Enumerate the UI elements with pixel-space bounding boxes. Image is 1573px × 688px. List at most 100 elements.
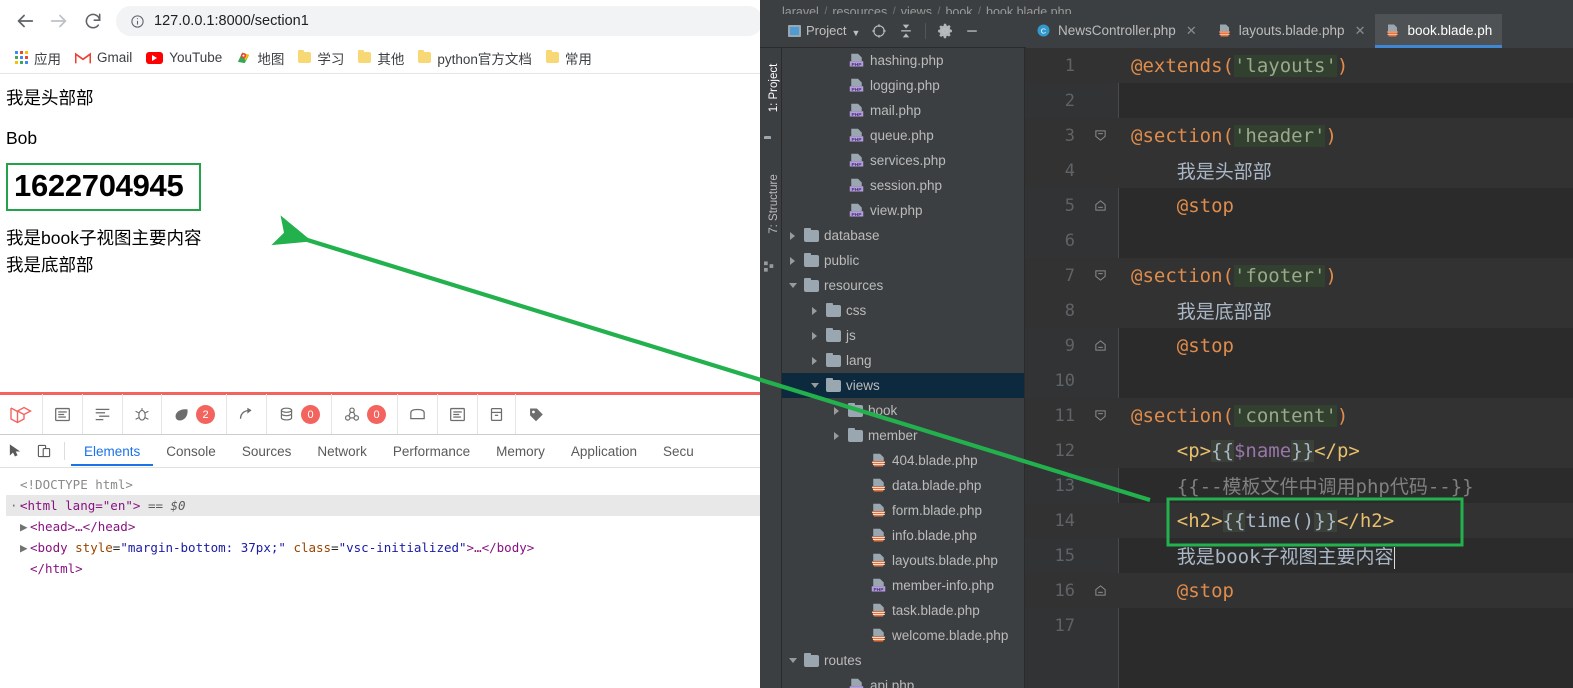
tree-row-mail-php[interactable]: PHP mail.php: [782, 98, 1024, 123]
breadcrumb-item-views[interactable]: views: [901, 5, 932, 14]
chevron-right-icon[interactable]: [808, 331, 821, 340]
dom-row-body[interactable]: ▶ <body style="margin-bottom: 37px;" clas…: [6, 537, 775, 558]
inspect-element-icon[interactable]: [2, 437, 30, 465]
tree-row-resources[interactable]: resources: [782, 273, 1024, 298]
tree-row-book[interactable]: book: [782, 398, 1024, 423]
chevron-right-icon[interactable]: [830, 406, 843, 415]
chevron-down-icon[interactable]: [808, 383, 821, 388]
tree-row-404-blade-php[interactable]: 404.blade.php: [782, 448, 1024, 473]
tree-row-view-php[interactable]: PHP view.php: [782, 198, 1024, 223]
code-line-11[interactable]: 11 @section('content'): [1025, 398, 1573, 433]
breadcrumb-item-resources[interactable]: resources: [832, 5, 887, 14]
bookmark-apps[interactable]: 应用: [8, 45, 68, 71]
devtools-tab-security[interactable]: Secu: [650, 436, 707, 466]
tree-row-views[interactable]: views: [782, 373, 1024, 398]
code-line-1[interactable]: 1 @extends('layouts'): [1025, 48, 1573, 83]
debugbar-tag[interactable]: [516, 394, 556, 436]
tree-row-services-php[interactable]: PHP services.php: [782, 148, 1024, 173]
tree-row-data-blade-php[interactable]: data.blade.php: [782, 473, 1024, 498]
bookmark-gmail[interactable]: Gmail: [68, 47, 139, 68]
chevron-right-icon[interactable]: [786, 256, 799, 265]
debugbar-exceptions[interactable]: [123, 393, 162, 436]
fold-marker-icon[interactable]: [1083, 129, 1118, 142]
tree-row-form-blade-php[interactable]: form.blade.php: [782, 498, 1024, 523]
editor-tab-book-blade[interactable]: book.blade.ph: [1375, 13, 1503, 48]
debugbar-views[interactable]: 2: [162, 393, 227, 436]
code-line-4[interactable]: 4 我是头部部: [1025, 153, 1573, 188]
tree-row-welcome-blade-php[interactable]: welcome.blade.php: [782, 623, 1024, 648]
devtools-tab-application[interactable]: Application: [558, 436, 650, 466]
code-line-7[interactable]: 7 @section('footer'): [1025, 258, 1573, 293]
tree-row-layouts-blade-php[interactable]: layouts.blade.php: [782, 548, 1024, 573]
address-bar[interactable]: 127.0.0.1:8000/section1: [116, 6, 763, 36]
tree-row-logging-php[interactable]: PHP logging.php: [782, 73, 1024, 98]
debugbar-timeline[interactable]: [83, 393, 123, 436]
fold-marker-icon[interactable]: [1083, 584, 1118, 597]
bookmark-folder-study[interactable]: 学习: [291, 45, 351, 71]
debugbar-request[interactable]: [438, 393, 478, 436]
close-icon[interactable]: ✕: [1186, 23, 1197, 39]
expand-arrow-icon[interactable]: ··: [10, 495, 25, 516]
tree-row-js[interactable]: js: [782, 323, 1024, 348]
chevron-right-icon[interactable]: ▶: [20, 516, 30, 537]
bookmark-folder-python-docs[interactable]: python官方文档: [411, 45, 539, 71]
code-line-16[interactable]: 16 @stop: [1025, 573, 1573, 608]
devtools-tab-network[interactable]: Network: [304, 436, 380, 466]
chevron-right-icon[interactable]: [808, 356, 821, 365]
fold-marker-icon[interactable]: [1083, 199, 1118, 212]
tree-row-queue-php[interactable]: PHP queue.php: [782, 123, 1024, 148]
tree-row-api-php[interactable]: PHP api.php: [782, 673, 1024, 688]
code-line-5[interactable]: 5 @stop: [1025, 188, 1573, 223]
debugbar-mail[interactable]: [398, 393, 438, 436]
bookmark-folder-other[interactable]: 其他: [351, 45, 411, 71]
tree-row-public[interactable]: public: [782, 248, 1024, 273]
devtools-tab-sources[interactable]: Sources: [229, 436, 305, 466]
fold-marker-icon[interactable]: [1083, 269, 1118, 282]
project-tree[interactable]: PHP hashing.php PHP logging.php PHP mail.php P…: [782, 48, 1025, 688]
code-line-15[interactable]: 15 我是book子视图主要内容: [1025, 538, 1573, 573]
tool-tab-structure[interactable]: 7: Structure: [768, 169, 780, 239]
editor-tab-newscontroller[interactable]: C NewsController.php ✕: [1026, 14, 1207, 48]
debugbar-messages[interactable]: [43, 393, 83, 436]
reload-icon[interactable]: [76, 4, 110, 38]
tree-row-session-php[interactable]: PHP session.php: [782, 173, 1024, 198]
tree-row-member-info-php[interactable]: PHP member-info.php: [782, 573, 1024, 598]
devtools-tab-memory[interactable]: Memory: [483, 436, 558, 466]
breadcrumb-item-book[interactable]: book: [945, 5, 972, 14]
code-line-12[interactable]: 12 <p>{{$name}}</p>: [1025, 433, 1573, 468]
chevron-down-icon[interactable]: [786, 283, 799, 288]
dom-row-doctype[interactable]: <!DOCTYPE html>: [6, 474, 775, 495]
code-line-6[interactable]: 6: [1025, 223, 1573, 258]
device-toolbar-icon[interactable]: [30, 437, 58, 465]
fold-marker-icon[interactable]: [1083, 409, 1118, 422]
code-line-13[interactable]: 13 {{--模板文件中调用php代码--}}: [1025, 468, 1573, 503]
tree-row-task-blade-php[interactable]: task.blade.php: [782, 598, 1024, 623]
tree-row-lang[interactable]: lang: [782, 348, 1024, 373]
devtools-tab-console[interactable]: Console: [153, 436, 229, 466]
devtools-tab-elements[interactable]: Elements: [71, 436, 153, 466]
chevron-right-icon[interactable]: [830, 431, 843, 440]
tree-row-css[interactable]: css: [782, 298, 1024, 323]
code-line-14[interactable]: 14 <h2>{{time()}}</h2>: [1025, 503, 1573, 538]
code-line-2[interactable]: 2: [1025, 83, 1573, 118]
tree-row-database[interactable]: database: [782, 223, 1024, 248]
devtools-tab-performance[interactable]: Performance: [380, 436, 483, 466]
tree-row-routes[interactable]: routes: [782, 648, 1024, 673]
chevron-right-icon[interactable]: [786, 231, 799, 240]
code-line-10[interactable]: 10: [1025, 363, 1573, 398]
chevron-down-icon[interactable]: ▼: [851, 28, 860, 38]
chevron-right-icon[interactable]: [808, 306, 821, 315]
code-line-17[interactable]: 17: [1025, 608, 1573, 643]
tool-tab-project[interactable]: 1: Project: [768, 53, 780, 123]
collapse-all-icon[interactable]: [898, 23, 914, 39]
chevron-down-icon[interactable]: [786, 658, 799, 663]
bookmark-folder-common[interactable]: 常用: [539, 45, 599, 71]
bookmark-maps[interactable]: 地图: [229, 45, 291, 71]
bookmark-youtube[interactable]: YouTube: [139, 47, 229, 68]
code-editor[interactable]: 1 @extends('layouts') 2 3 @section('header')…: [1025, 48, 1573, 688]
chevron-right-icon[interactable]: ▶: [20, 537, 30, 558]
dom-row-html[interactable]: ··<html lang="en"> == $0: [6, 495, 775, 516]
back-arrow-icon[interactable]: [8, 4, 42, 38]
code-line-9[interactable]: 9 @stop: [1025, 328, 1573, 363]
tree-row-hashing-php[interactable]: PHP hashing.php: [782, 48, 1024, 73]
